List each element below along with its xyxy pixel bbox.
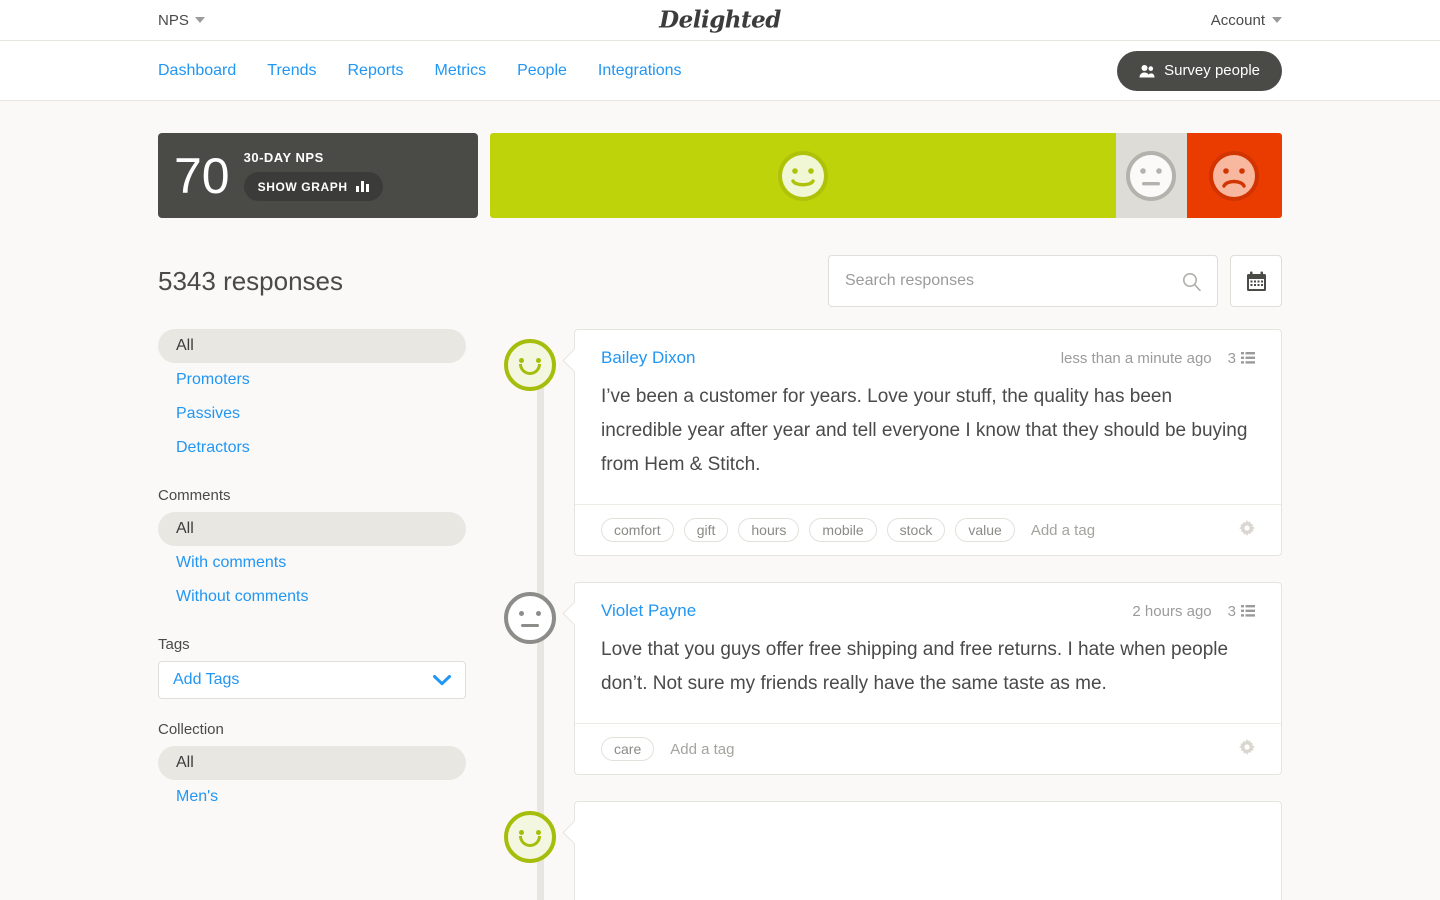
passive-face-icon: [504, 592, 556, 644]
tag-chip[interactable]: mobile: [809, 518, 876, 542]
bar-chart-icon: [356, 181, 369, 192]
filter-collection-mens[interactable]: Men's: [158, 780, 466, 814]
happy-face-icon: [777, 150, 829, 202]
settings-gear-icon[interactable]: [1239, 739, 1255, 760]
response-card: [574, 801, 1282, 900]
main-navigation: Dashboard Trends Reports Metrics People …: [0, 41, 1440, 101]
sentiment-bar: [490, 133, 1282, 218]
date-range-button[interactable]: [1230, 255, 1282, 307]
show-graph-label: SHOW GRAPH: [258, 180, 348, 194]
add-a-tag-button[interactable]: Add a tag: [1031, 522, 1095, 539]
survey-people-button[interactable]: Survey people: [1117, 51, 1282, 91]
nav-item-trends[interactable]: Trends: [267, 62, 316, 80]
list-icon: [1241, 352, 1255, 364]
account-label: Account: [1211, 12, 1265, 29]
neutral-face-icon: [1125, 150, 1177, 202]
response-time: 2 hours ago: [1132, 603, 1211, 620]
filter-sentiment-all[interactable]: All: [158, 329, 466, 363]
nav-item-reports[interactable]: Reports: [347, 62, 403, 80]
tag-chip[interactable]: comfort: [601, 518, 674, 542]
tag-chip[interactable]: stock: [887, 518, 946, 542]
promoter-face-icon: [504, 339, 556, 391]
add-tags-label: Add Tags: [173, 671, 239, 689]
search-box[interactable]: [828, 255, 1218, 307]
nav-links: Dashboard Trends Reports Metrics People …: [158, 62, 682, 80]
response-tags: care Add a tag: [575, 723, 1281, 774]
response-history-button[interactable]: 3: [1228, 603, 1255, 620]
nps-score-card: 70 30-DAY NPS SHOW GRAPH: [158, 133, 478, 218]
response-card: Violet Payne 2 hours ago 3: [574, 582, 1282, 775]
sentiment-segment-passives[interactable]: [1116, 133, 1187, 218]
responses-count: 5343 responses: [158, 266, 343, 297]
add-a-tag-button[interactable]: Add a tag: [670, 741, 734, 758]
filter-sentiment-detractors[interactable]: Detractors: [158, 431, 466, 465]
response-entry: [504, 801, 1282, 900]
show-graph-button[interactable]: SHOW GRAPH: [244, 172, 383, 201]
filter-collection-all[interactable]: All: [158, 746, 466, 780]
response-comment: Love that you guys offer free shipping a…: [575, 621, 1281, 723]
filter-with-comments[interactable]: With comments: [158, 546, 466, 580]
respondent-name[interactable]: Bailey Dixon: [601, 348, 696, 368]
add-tags-dropdown[interactable]: Add Tags: [158, 661, 466, 699]
chevron-down-icon: [433, 675, 451, 686]
promoter-face-icon: [504, 811, 556, 863]
top-bar: NPS Delighted Account: [0, 0, 1440, 41]
tag-chip[interactable]: value: [955, 518, 1014, 542]
responses-feed: Bailey Dixon less than a minute ago 3: [504, 329, 1282, 900]
respondent-name[interactable]: Violet Payne: [601, 601, 696, 621]
filter-sentiment-promoters[interactable]: Promoters: [158, 363, 466, 397]
filter-sentiment-passives[interactable]: Passives: [158, 397, 466, 431]
comments-filter-title: Comments: [158, 487, 466, 504]
response-time: less than a minute ago: [1061, 350, 1212, 367]
collection-filter-title: Collection: [158, 721, 466, 738]
collection-filter-group: All Men's: [158, 746, 466, 814]
response-entry: Bailey Dixon less than a minute ago 3: [504, 329, 1282, 556]
response-tags: comfort gift hours mobile stock value Ad…: [575, 504, 1281, 555]
response-history-count: 3: [1228, 603, 1236, 620]
list-icon: [1241, 605, 1255, 617]
survey-selector[interactable]: NPS: [158, 12, 205, 29]
comments-filter-group: All With comments Without comments: [158, 512, 466, 614]
chevron-down-icon: [1272, 17, 1282, 23]
chevron-down-icon: [195, 17, 205, 23]
tag-chip[interactable]: gift: [684, 518, 729, 542]
search-icon: [1182, 272, 1201, 291]
response-history-count: 3: [1228, 350, 1236, 367]
delighted-logo: Delighted: [659, 7, 781, 34]
settings-gear-icon[interactable]: [1239, 520, 1255, 541]
nav-item-metrics[interactable]: Metrics: [435, 62, 487, 80]
account-menu[interactable]: Account: [1211, 12, 1282, 29]
sad-face-icon: [1208, 150, 1260, 202]
response-comment: I’ve been a customer for years. Love you…: [575, 368, 1281, 504]
nav-item-dashboard[interactable]: Dashboard: [158, 62, 236, 80]
nps-score-value: 70: [174, 151, 230, 201]
sentiment-segment-detractors[interactable]: [1187, 133, 1282, 218]
filters-sidebar: All Promoters Passives Detractors Commen…: [158, 329, 466, 900]
nav-item-people[interactable]: People: [517, 62, 567, 80]
survey-people-label: Survey people: [1164, 62, 1260, 79]
people-icon: [1139, 64, 1155, 78]
sentiment-filter-group: All Promoters Passives Detractors: [158, 329, 466, 465]
tag-chip[interactable]: care: [601, 737, 654, 761]
sentiment-segment-promoters[interactable]: [490, 133, 1116, 218]
filter-comments-all[interactable]: All: [158, 512, 466, 546]
nps-score-label: 30-DAY NPS: [244, 150, 324, 165]
tag-chip[interactable]: hours: [738, 518, 799, 542]
score-row: 70 30-DAY NPS SHOW GRAPH: [158, 133, 1282, 218]
response-history-button[interactable]: 3: [1228, 350, 1255, 367]
search-input[interactable]: [845, 272, 1182, 290]
response-entry: Violet Payne 2 hours ago 3: [504, 582, 1282, 775]
nav-item-integrations[interactable]: Integrations: [598, 62, 682, 80]
filter-without-comments[interactable]: Without comments: [158, 580, 466, 614]
survey-selector-label: NPS: [158, 12, 189, 29]
response-card: Bailey Dixon less than a minute ago 3: [574, 329, 1282, 556]
calendar-icon: [1246, 271, 1267, 292]
responses-header: 5343 responses: [158, 255, 1282, 307]
tags-filter-title: Tags: [158, 636, 466, 653]
